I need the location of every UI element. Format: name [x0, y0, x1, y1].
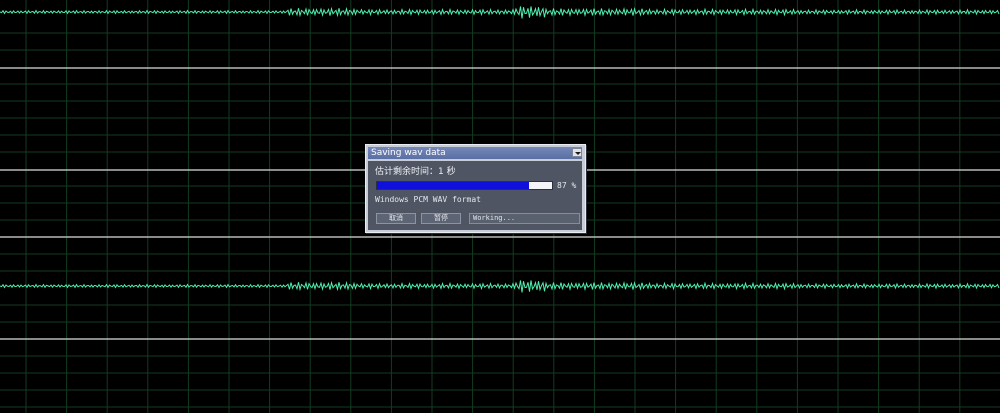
saving-dialog: Saving wav data 估计剩余时间：1 秒 87 % Windows …: [365, 144, 586, 233]
dialog-title: Saving wav data: [368, 147, 582, 159]
progress-percent: 87 %: [557, 181, 577, 190]
chevron-down-icon[interactable]: [572, 148, 582, 157]
progress-bar: [376, 181, 553, 190]
pause-button[interactable]: 暂停: [421, 213, 461, 224]
cancel-button[interactable]: 取消: [376, 213, 416, 224]
progress-fill: [377, 182, 530, 189]
format-label: Windows PCM WAV format: [375, 195, 481, 204]
remaining-time-label: 估计剩余时间：1 秒: [375, 167, 456, 177]
status-field: Working...: [469, 213, 580, 224]
dialog-body: 估计剩余时间：1 秒 87 % Windows PCM WAV format 取…: [368, 161, 582, 230]
